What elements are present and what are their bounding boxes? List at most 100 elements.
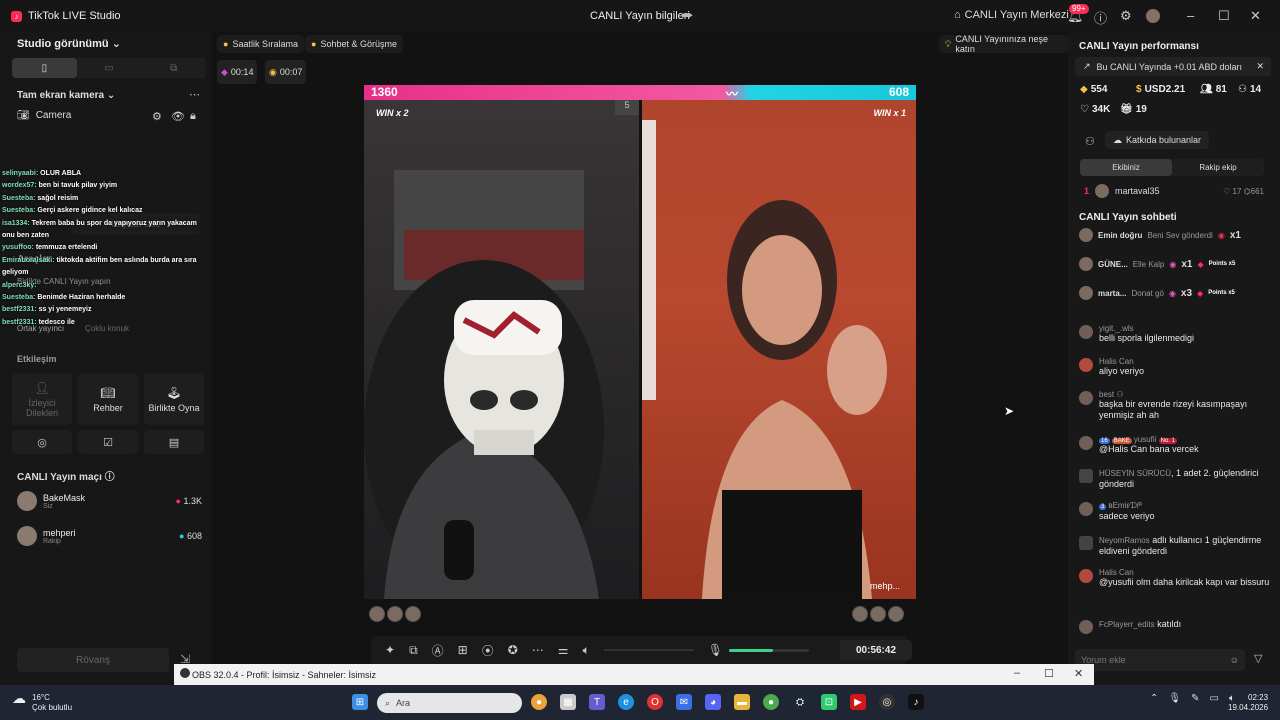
sticker-icon[interactable]: ✪ xyxy=(508,643,518,657)
chrome-alt-icon[interactable]: ● xyxy=(763,694,779,710)
app-icon[interactable]: ⊡ xyxy=(821,694,837,710)
youtube-icon[interactable]: ▶ xyxy=(850,694,866,710)
store-icon[interactable]: ▦ xyxy=(560,694,576,710)
windows-start-icon[interactable]: ⊞ xyxy=(352,694,368,710)
help-icon[interactable]: ⓘ xyxy=(105,472,115,483)
chat-meet-pill[interactable]: ● Sohbet & Görüşme xyxy=(305,35,403,53)
teams-icon[interactable]: T xyxy=(589,694,605,710)
camera-section-title[interactable]: Tam ekran kamera ⌄ xyxy=(17,90,115,101)
poll-button[interactable]: ☑ xyxy=(78,430,138,454)
contributors-button[interactable]: ☁ Katkıda bulunanlar xyxy=(1105,131,1210,149)
weather-widget[interactable]: ☁ 16°C Çok bulutlu xyxy=(12,691,72,713)
minimize-icon[interactable]: – xyxy=(1187,8,1194,23)
person-settings-icon[interactable]: ⚇ xyxy=(1085,135,1095,148)
mail-icon[interactable]: ✉ xyxy=(676,694,692,710)
chat-message[interactable]: HÜSEYİN SÜRÜCÜ, 1 adet 2. güçlendirici g… xyxy=(1079,468,1271,490)
more-icon[interactable]: ⋯ xyxy=(189,88,200,101)
obs-window-bar[interactable]: OBS 32.0.4 - Profil: İsimsiz - Sahneler:… xyxy=(174,664,1094,685)
rank-row[interactable]: 1 martaval35 ♡ 17 ⌬661 xyxy=(1084,184,1264,198)
eye-icon[interactable]: 👁︎ xyxy=(171,110,185,123)
multi-layout-button[interactable]: ⧉ xyxy=(141,58,206,78)
live-center-button[interactable]: ⌂ CANLI Yayın Merkezi xyxy=(954,9,1069,21)
folder-icon[interactable]: ▬ xyxy=(734,694,750,710)
taskbar-search[interactable]: ⌕ Ara xyxy=(377,693,522,713)
earnings-notice[interactable]: ↗ Bu CANLI Yayında +0.01 ABD doları ✕ xyxy=(1075,57,1271,76)
portrait-layout-button[interactable]: ▯ xyxy=(12,58,77,78)
filter-icon[interactable]: ▽ xyxy=(1254,652,1262,665)
studio-view-dropdown[interactable]: Studio görünümü ⌄ xyxy=(17,37,121,50)
camera-section-label: Tam ekran kamera xyxy=(17,90,105,101)
settings-icon[interactable]: ⚙ xyxy=(152,110,162,123)
close-icon[interactable]: ✕ xyxy=(1256,61,1264,72)
tab-your-team[interactable]: Ekibiniz xyxy=(1080,159,1172,176)
timer-pill-2[interactable]: ◉ 00:07 xyxy=(265,60,307,84)
lock-icon[interactable]: 🔒︎ xyxy=(190,110,196,123)
left-top-gifters[interactable] xyxy=(369,606,421,622)
box-button[interactable]: ▤ xyxy=(144,430,204,454)
close-icon[interactable]: ✕ xyxy=(1250,8,1261,24)
maximize-icon[interactable]: ☐ xyxy=(1044,667,1054,680)
guide-card[interactable]: 📖︎ Rehber xyxy=(78,373,138,425)
likes-value: 14 xyxy=(1249,84,1262,95)
discord-icon[interactable]: ◕ xyxy=(705,694,721,710)
clock[interactable]: 02:23 19.04.2026 xyxy=(1228,693,1268,713)
chat-message[interactable]: 16 BAKE yusufii No. 1 @Halis Can bana verce… xyxy=(1079,435,1271,455)
opera-icon[interactable]: O xyxy=(647,694,663,710)
maximize-icon[interactable]: ☐ xyxy=(1218,8,1230,24)
rematch-button[interactable]: Rövanş xyxy=(17,648,169,672)
chat-message[interactable]: Halis Can @yusufii olm daha kirilcak kapı… xyxy=(1079,568,1271,588)
tab-rival-team[interactable]: Rakip ekip xyxy=(1172,159,1264,176)
microphone-icon[interactable]: 🎙︎ xyxy=(708,643,723,657)
timer-pill-1[interactable]: ◆ 00:14 xyxy=(217,60,258,84)
emoji-icon[interactable]: ☺ xyxy=(1230,655,1239,665)
minimize-icon[interactable]: – xyxy=(1014,667,1020,679)
chat-message[interactable]: FcPlayerr_edits katıldı xyxy=(1079,619,1271,634)
chrome-icon[interactable]: ● xyxy=(531,694,547,710)
edge-icon[interactable]: e xyxy=(618,694,634,710)
chat-message[interactable]: yigit._.wls belli sporla ilgilenmedigi xyxy=(1079,324,1271,344)
display-icon[interactable]: ▭ xyxy=(1209,693,1218,704)
gear-icon[interactable]: ⚙ xyxy=(1120,8,1132,24)
gift-row: GÜNE... Elle Kalp ◉ x1 ◆ Points x5 xyxy=(1079,257,1271,271)
live-info-title[interactable]: CANLI Yayın bilgileri xyxy=(590,10,690,22)
usd-stat: $ USD2.21 xyxy=(1136,84,1185,95)
more-icon[interactable]: ⋯ xyxy=(532,643,544,657)
goal-button[interactable]: ◎ xyxy=(12,430,72,454)
close-icon[interactable]: ✕ xyxy=(1074,667,1083,680)
help-icon[interactable]: ⓘ xyxy=(1094,8,1107,27)
chevron-up-icon[interactable]: ⌃ xyxy=(1150,693,1158,704)
home-icon: ⌂ xyxy=(954,9,961,21)
steam-icon[interactable]: ⛭ xyxy=(792,694,808,710)
add-media-icon[interactable]: ⊞ xyxy=(458,643,468,657)
speaker-volume-slider[interactable] xyxy=(603,649,694,651)
hourly-ranking-pill[interactable]: ● Saatlik Sıralama xyxy=(217,35,304,53)
right-top-gifters[interactable] xyxy=(852,606,904,622)
pen-icon[interactable]: ✎ xyxy=(1191,693,1199,704)
mic-tray-icon[interactable]: 🎙︎ xyxy=(1168,693,1181,704)
chat-message[interactable]: best ⚇ başka bir evrende rizeyi kasımpaşa… xyxy=(1079,390,1271,421)
viewer-wishes-card[interactable]: 👤︎ İzleyici Dilekleri xyxy=(12,373,72,425)
chat-message[interactable]: NeyomRamos adlı kullanıcı 1 güçlendirme … xyxy=(1079,535,1271,557)
landscape-layout-button[interactable]: ▭ xyxy=(77,58,142,78)
fun-tip-pill[interactable]: 💡︎ CANLI Yayınınıza neşe katın xyxy=(939,34,1068,54)
comment-input[interactable]: Yorum ekle ☺ xyxy=(1075,649,1245,671)
avatar[interactable] xyxy=(1146,9,1160,23)
chat-message[interactable]: 3 ʙEmir⁄ᗪᖘ sadece veriyo xyxy=(1079,501,1271,522)
tiktok-taskbar-icon[interactable]: ♪ xyxy=(908,694,924,710)
obs-taskbar-icon[interactable]: ◎ xyxy=(879,694,895,710)
effects-icon[interactable]: ⧉ xyxy=(409,643,418,658)
play-together-card[interactable]: 🕹︎ Birlikte Oyna xyxy=(144,373,204,425)
magic-wand-icon[interactable]: ✦ xyxy=(385,643,395,657)
mic-volume-slider[interactable] xyxy=(729,649,809,652)
ai-icon[interactable]: Ⓐ xyxy=(432,642,444,659)
camera-source-row[interactable]: 📷︎ Camera xyxy=(17,110,71,121)
mixer-icon[interactable]: ⚌ xyxy=(558,643,569,657)
match-name: mehperi xyxy=(43,527,76,538)
record-icon[interactable]: ⦿ xyxy=(482,642,494,659)
share-icon[interactable]: ⮫ xyxy=(682,9,693,24)
multi-guest-button[interactable]: Çoklu konuk xyxy=(85,324,129,333)
chat-message[interactable]: Halis Can aliyo veriyo xyxy=(1079,357,1271,377)
speaker-icon[interactable]: 🔈︎ xyxy=(583,643,590,658)
chat-username: yigit._.wls xyxy=(1099,324,1134,333)
rank-hearts: 17 xyxy=(1232,186,1242,196)
